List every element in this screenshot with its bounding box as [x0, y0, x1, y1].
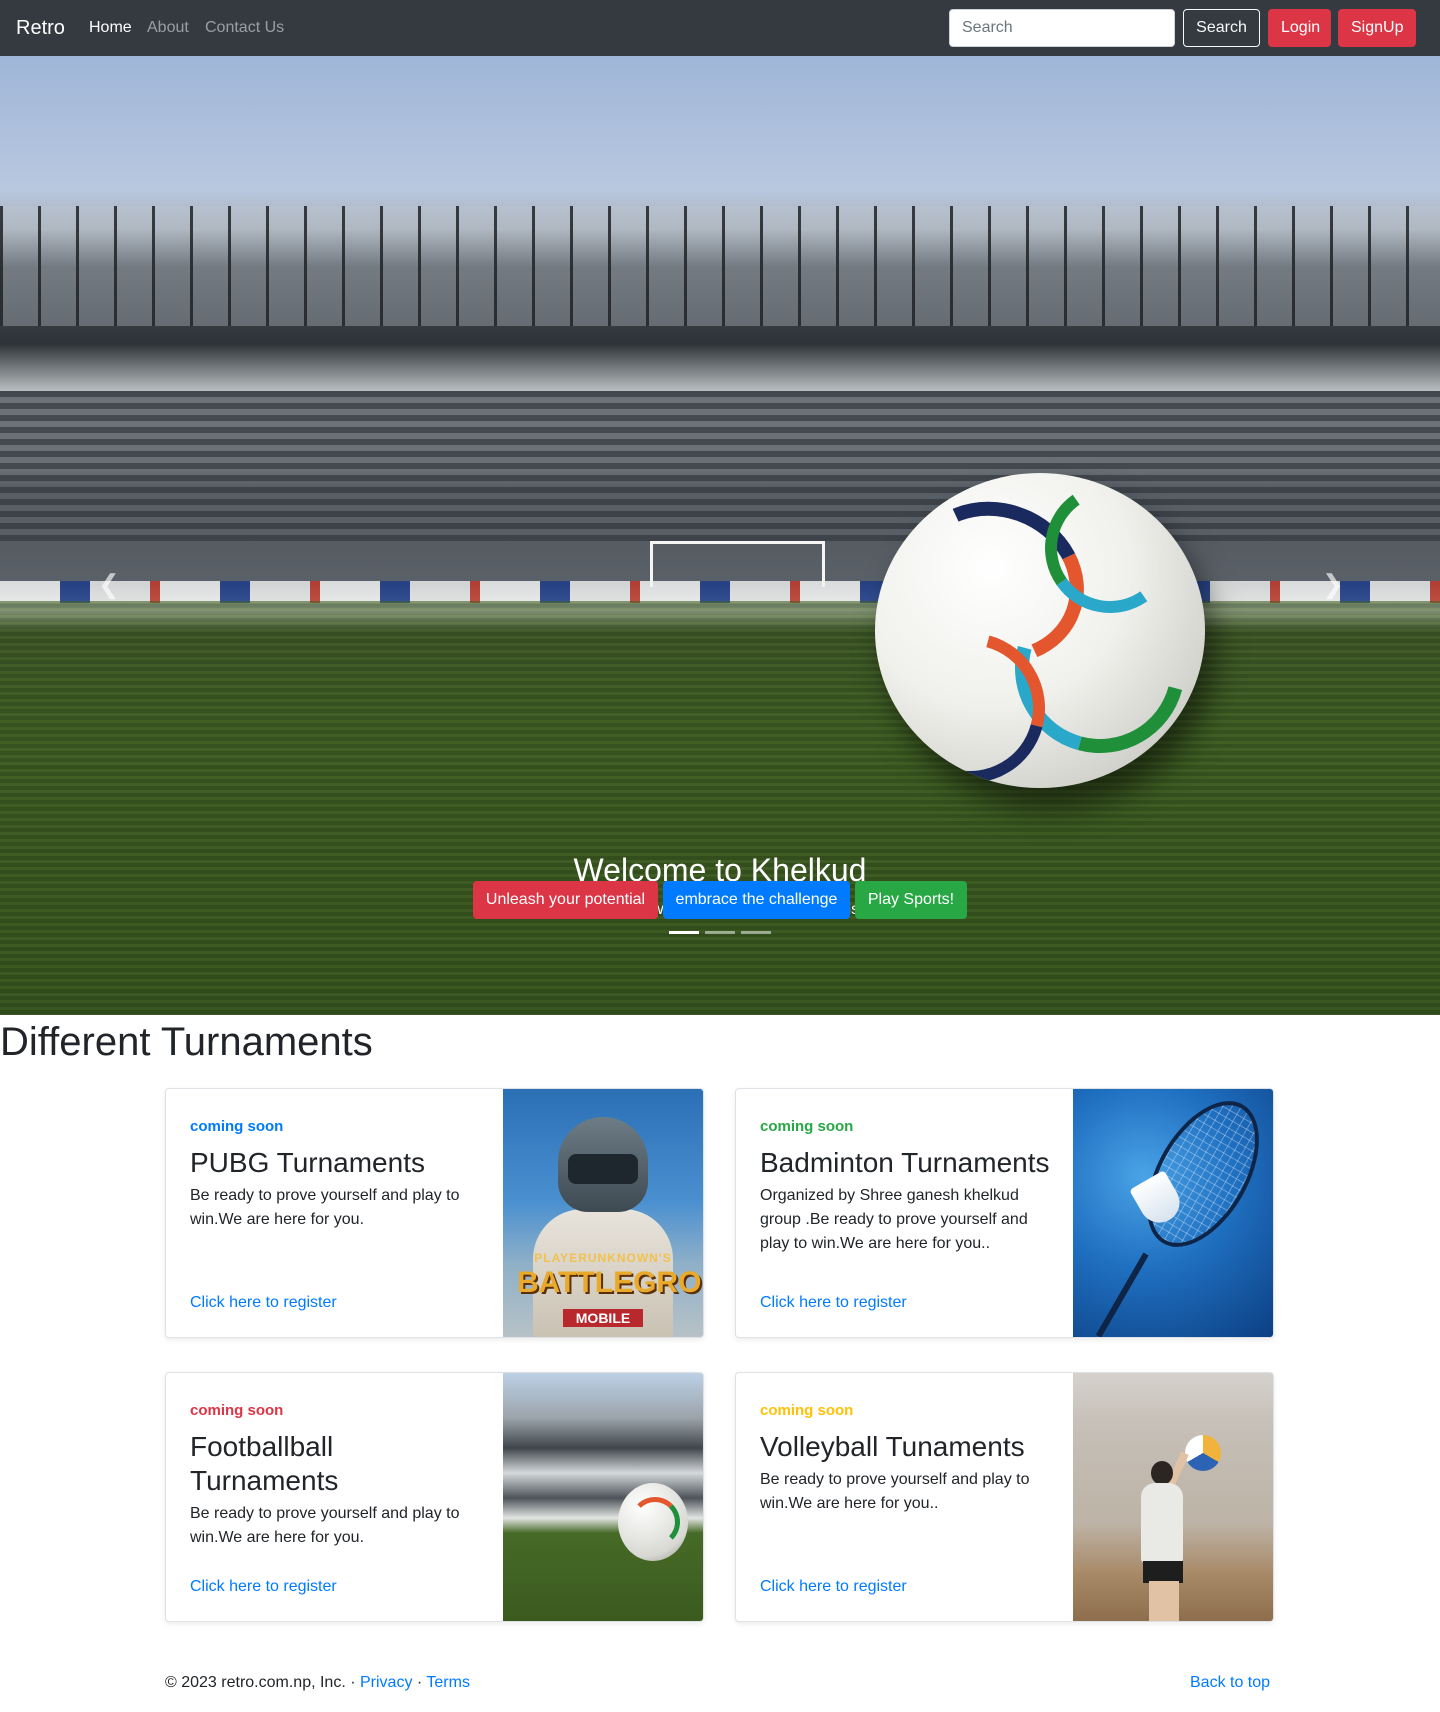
unleash-potential-button[interactable]: Unleash your potential [473, 881, 658, 919]
card-title: Badminton Turnaments [760, 1147, 1050, 1178]
embrace-challenge-button[interactable]: embrace the challenge [663, 881, 850, 919]
register-link[interactable]: Click here to register [760, 1291, 907, 1315]
nav-about[interactable]: About [147, 18, 189, 38]
back-to-top-link[interactable]: Back to top [1190, 1671, 1270, 1695]
search-button[interactable]: Search [1183, 9, 1260, 47]
hero-carousel: ❮ ❯ Welcome to Khelkud Sports News, Deve… [0, 56, 1440, 1015]
navbar: Retro Home About Contact Us Search Login… [0, 0, 1440, 56]
football-stadium-image [503, 1373, 703, 1621]
card-pubg: coming soon PUBG Turnaments Be ready to … [165, 1088, 704, 1338]
carousel-indicator-1[interactable] [669, 931, 699, 934]
carousel-indicator-3[interactable] [741, 931, 771, 934]
terms-link[interactable]: Terms [426, 1674, 470, 1691]
register-link[interactable]: Click here to register [760, 1575, 907, 1599]
card-tag: coming soon [760, 1402, 854, 1419]
register-link[interactable]: Click here to register [190, 1291, 337, 1315]
nav-contact-us[interactable]: Contact Us [205, 18, 284, 38]
signup-button[interactable]: SignUp [1338, 9, 1416, 47]
carousel-indicator-2[interactable] [705, 931, 735, 934]
footer-copyright-line: © 2023 retro.com.np, Inc. · Privacy · Te… [165, 1671, 470, 1695]
card-text: Be ready to prove yourself and play to w… [760, 1471, 1030, 1512]
stadium-stands [0, 391, 1440, 541]
footer-separator: · [416, 1674, 423, 1691]
privacy-link[interactable]: Privacy [360, 1674, 412, 1691]
play-sports-button[interactable]: Play Sports! [855, 881, 967, 919]
card-title: PUBG Turnaments [190, 1147, 425, 1178]
volleyball-player-image [1073, 1373, 1273, 1621]
card-volleyball: coming soon Volleyball Tunaments Be read… [735, 1372, 1274, 1622]
card-title: Footballball Turnaments [190, 1431, 339, 1496]
card-title: Volleyball Tunaments [760, 1431, 1025, 1462]
section-title: Different Turnaments [0, 1020, 373, 1064]
copyright-text: © 2023 retro.com.np, Inc. · [165, 1674, 356, 1691]
pubg-battlegrounds-image: PLAYERUNKNOWN'S BATTLEGROUNDS MOBILE [503, 1089, 703, 1337]
card-tag: coming soon [760, 1118, 854, 1135]
card-badminton: coming soon Badminton Turnaments Organiz… [735, 1088, 1274, 1338]
badminton-racket-image [1073, 1089, 1273, 1337]
grass-field [0, 601, 1440, 1015]
brand-logo[interactable]: Retro [16, 14, 65, 42]
soccer-ball-image [875, 473, 1205, 788]
stadium-roof [0, 206, 1440, 326]
card-tag: coming soon [190, 1402, 284, 1419]
login-button[interactable]: Login [1268, 9, 1331, 47]
card-text: Be ready to prove yourself and play to w… [190, 1187, 460, 1228]
card-text: Organized by Shree ganesh khelkud group … [760, 1187, 1028, 1252]
card-text: Be ready to prove yourself and play to w… [190, 1505, 460, 1546]
advertising-boards [0, 581, 1440, 603]
chevron-right-icon[interactable]: ❯ [1322, 571, 1344, 597]
nav-home[interactable]: Home [89, 18, 132, 38]
card-football: coming soon Footballball Turnaments Be r… [165, 1372, 704, 1622]
search-input[interactable] [949, 9, 1175, 47]
card-tag: coming soon [190, 1118, 284, 1135]
register-link[interactable]: Click here to register [190, 1575, 337, 1599]
chevron-left-icon[interactable]: ❮ [98, 571, 120, 597]
